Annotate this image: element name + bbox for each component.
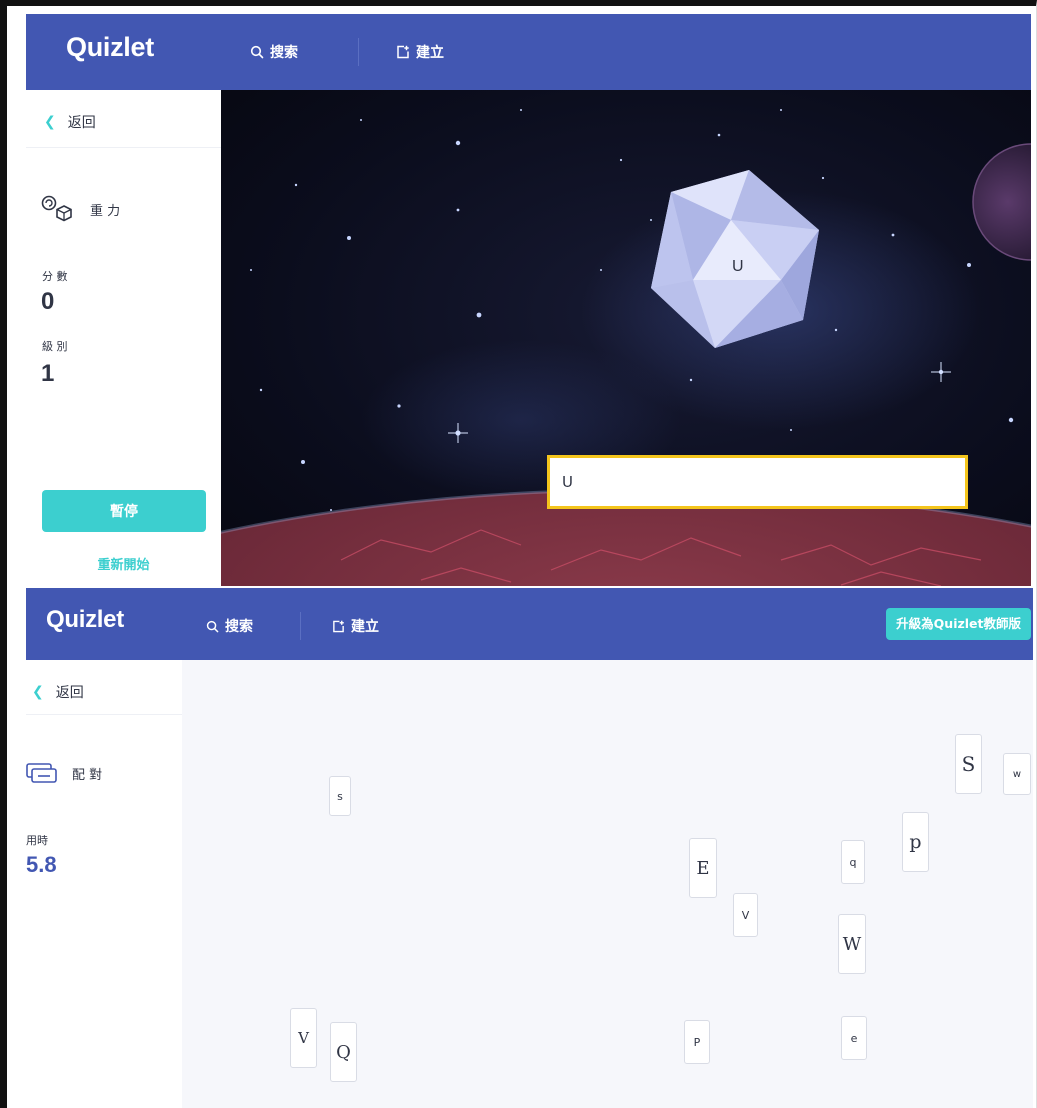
space-background <box>221 90 1031 586</box>
search-label: 搜索 <box>270 45 298 61</box>
time-value: 5.8 <box>26 852 57 877</box>
mode-title: 配 對 <box>26 762 102 784</box>
sidebar-divider <box>26 714 182 715</box>
nav-divider <box>300 612 301 640</box>
game-space: U <box>221 90 1031 586</box>
quizlet-logo[interactable]: Quizlet <box>46 606 124 634</box>
match-tile[interactable]: q <box>841 840 865 884</box>
search-icon <box>250 45 264 59</box>
search-nav[interactable]: 搜索 <box>250 42 298 62</box>
restart-link[interactable]: 重新開始 <box>26 554 221 573</box>
top-navigation-bar: Quizlet 搜索 建立 升級為Quizlet教師版 <box>26 588 1033 660</box>
create-icon <box>397 45 409 59</box>
level-label: 級 別 <box>42 340 68 353</box>
create-nav[interactable]: 建立 <box>396 42 444 62</box>
answer-input[interactable] <box>547 455 968 509</box>
match-tile[interactable]: S <box>955 734 982 794</box>
match-tile[interactable]: E <box>689 838 717 898</box>
back-label: 返回 <box>55 685 84 701</box>
back-button[interactable]: ❮ 返回 <box>44 112 96 132</box>
match-tile[interactable]: V <box>733 893 758 937</box>
mode-title: 重 力 <box>40 194 120 224</box>
mode-label: 重 力 <box>90 203 121 219</box>
chevron-left-icon: ❮ <box>32 684 44 700</box>
chevron-left-icon: ❮ <box>44 114 56 130</box>
gravity-icon <box>41 195 72 222</box>
time-label: 用時 <box>26 834 48 847</box>
match-screen: Quizlet 搜索 建立 升級為Quizlet教師版 ❮ 返回 配 對 用時 … <box>26 588 1033 1108</box>
match-tile[interactable]: e <box>841 1016 867 1060</box>
level-value: 1 <box>41 360 55 387</box>
back-button[interactable]: ❮ 返回 <box>32 682 84 702</box>
create-label: 建立 <box>351 619 379 635</box>
match-board: s S w p E q V W V Q P e <box>182 660 1033 1108</box>
match-tile[interactable]: P <box>684 1020 710 1064</box>
create-icon <box>333 620 344 632</box>
gravity-screen: Quizlet 搜索 建立 ❮ 返回 重 力 分 數 0 級 別 1 暫停 重新… <box>26 14 1031 586</box>
match-tile[interactable]: V <box>290 1008 317 1068</box>
match-tile[interactable]: s <box>329 776 351 816</box>
create-nav[interactable]: 建立 <box>332 616 379 636</box>
match-tile[interactable]: p <box>902 812 929 872</box>
nav-divider <box>358 38 359 66</box>
score-label: 分 數 <box>42 270 68 283</box>
search-icon <box>206 620 219 632</box>
pause-button[interactable]: 暫停 <box>42 490 206 532</box>
top-navigation-bar: Quizlet 搜索 建立 <box>26 14 1031 90</box>
create-label: 建立 <box>416 45 444 61</box>
game-sidebar: ❮ 返回 配 對 用時 5.8 <box>26 660 182 1108</box>
upgrade-button[interactable]: 升級為Quizlet教師版 <box>886 608 1031 640</box>
match-icon <box>26 763 57 783</box>
search-nav[interactable]: 搜索 <box>206 616 253 636</box>
search-label: 搜索 <box>225 619 253 635</box>
game-sidebar: ❮ 返回 重 力 分 數 0 級 別 1 暫停 重新開始 <box>26 90 221 586</box>
back-label: 返回 <box>67 115 96 131</box>
match-tile[interactable]: W <box>838 914 866 974</box>
falling-term: U <box>732 258 744 275</box>
match-tile[interactable]: w <box>1003 753 1031 795</box>
match-tile[interactable]: Q <box>330 1022 357 1082</box>
score-value: 0 <box>41 288 55 315</box>
sidebar-divider <box>26 147 221 148</box>
mode-label: 配 對 <box>72 767 103 783</box>
quizlet-logo[interactable]: Quizlet <box>66 32 154 63</box>
